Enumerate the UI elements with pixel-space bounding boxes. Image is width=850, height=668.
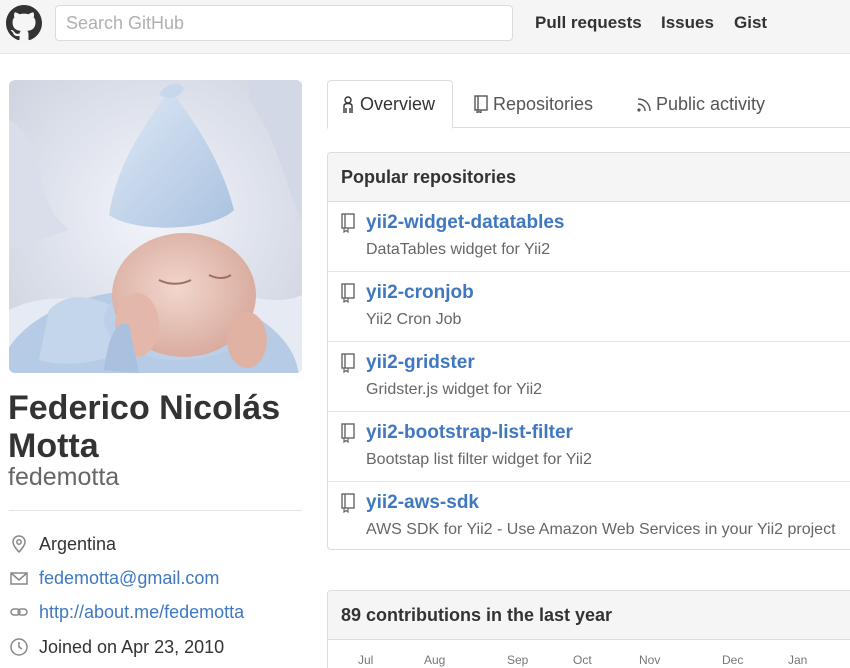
profile-tabs: Overview Repositories Public activity bbox=[327, 80, 850, 129]
month-label: Aug bbox=[424, 653, 446, 667]
link-icon bbox=[10, 608, 28, 616]
person-icon bbox=[343, 95, 353, 113]
repo-icon bbox=[341, 213, 355, 233]
tab-repositories-label: Repositories bbox=[493, 93, 594, 114]
nav-pull-requests[interactable]: Pull requests bbox=[535, 13, 642, 33]
repo-description: Gridster.js widget for Yii2 bbox=[366, 381, 543, 398]
rss-icon bbox=[637, 98, 651, 112]
mail-icon bbox=[10, 572, 28, 585]
repo-icon bbox=[341, 423, 355, 443]
month-label: Sep bbox=[507, 653, 529, 667]
popular-repositories: Popular repositories yii2-widget-datatab… bbox=[327, 152, 850, 550]
search-input[interactable] bbox=[55, 5, 513, 41]
profile-divider bbox=[9, 510, 302, 511]
list-item: yii2-cronjob Yii2 Cron Job bbox=[328, 272, 850, 342]
list-item: yii2-widget-datatables DataTables widget… bbox=[328, 202, 850, 272]
repo-description: AWS SDK for Yii2 - Use Amazon Web Servic… bbox=[366, 521, 836, 538]
profile-website: http://about.me/fedemotta bbox=[9, 599, 302, 625]
location-icon bbox=[12, 535, 26, 554]
joined-text: Joined on Apr 23, 2010 bbox=[39, 636, 225, 657]
month-label: Jul bbox=[358, 653, 374, 667]
email-link[interactable]: fedemotta@gmail.com bbox=[39, 568, 219, 589]
tab-public-activity-label: Public activity bbox=[656, 93, 766, 114]
tab-repositories[interactable]: Repositories bbox=[473, 80, 593, 128]
profile-fullname: Federico Nicolás Motta bbox=[8, 389, 281, 465]
list-item: yii2-gridster Gridster.js widget for Yii… bbox=[328, 342, 850, 412]
nav-gist[interactable]: Gist bbox=[734, 13, 767, 33]
contributions-panel: 89 contributions in the last year Jul Au… bbox=[327, 590, 850, 668]
profile-location: Argentina bbox=[9, 531, 302, 557]
repo-icon bbox=[341, 493, 355, 513]
repo-icon bbox=[341, 283, 355, 303]
repo-name-link[interactable]: yii2-widget-datatables bbox=[366, 212, 565, 234]
tab-overview[interactable]: Overview bbox=[327, 80, 453, 129]
nav-issues[interactable]: Issues bbox=[661, 13, 714, 33]
month-label: Dec bbox=[722, 653, 744, 667]
month-label: Oct bbox=[573, 653, 592, 667]
avatar-photo bbox=[9, 80, 302, 373]
month-label: Jan bbox=[788, 653, 808, 667]
clock-icon bbox=[10, 638, 28, 656]
month-label: Nov bbox=[639, 653, 661, 667]
list-item: yii2-aws-sdk AWS SDK for Yii2 - Use Amaz… bbox=[328, 482, 850, 549]
tab-overview-label: Overview bbox=[360, 94, 436, 114]
repo-description: DataTables widget for Yii2 bbox=[366, 241, 551, 258]
repo-name-link[interactable]: yii2-bootstrap-list-filter bbox=[366, 422, 573, 444]
website-link[interactable]: http://about.me/fedemotta bbox=[39, 602, 244, 623]
github-logo-icon[interactable] bbox=[6, 5, 42, 41]
profile-email: fedemotta@gmail.com bbox=[9, 565, 302, 591]
repo-name-link[interactable]: yii2-aws-sdk bbox=[366, 492, 479, 514]
repo-icon bbox=[474, 95, 488, 113]
profile-username: fedemotta bbox=[8, 463, 120, 491]
repo-name-link[interactable]: yii2-cronjob bbox=[366, 282, 474, 304]
contributions-title: 89 contributions in the last year bbox=[328, 591, 850, 640]
tab-public-activity[interactable]: Public activity bbox=[636, 80, 765, 128]
avatar[interactable] bbox=[9, 80, 302, 373]
repo-name-link[interactable]: yii2-gridster bbox=[366, 352, 475, 374]
repo-description: Yii2 Cron Job bbox=[366, 311, 462, 328]
list-item: yii2-bootstrap-list-filter Bootstap list… bbox=[328, 412, 850, 482]
profile-joined: Joined on Apr 23, 2010 bbox=[9, 634, 302, 660]
repo-icon bbox=[341, 353, 355, 373]
location-text: Argentina bbox=[39, 533, 117, 554]
top-header: Pull requests Issues Gist bbox=[0, 0, 850, 54]
popular-repositories-title: Popular repositories bbox=[328, 153, 850, 202]
repo-description: Bootstap list filter widget for Yii2 bbox=[366, 451, 592, 468]
